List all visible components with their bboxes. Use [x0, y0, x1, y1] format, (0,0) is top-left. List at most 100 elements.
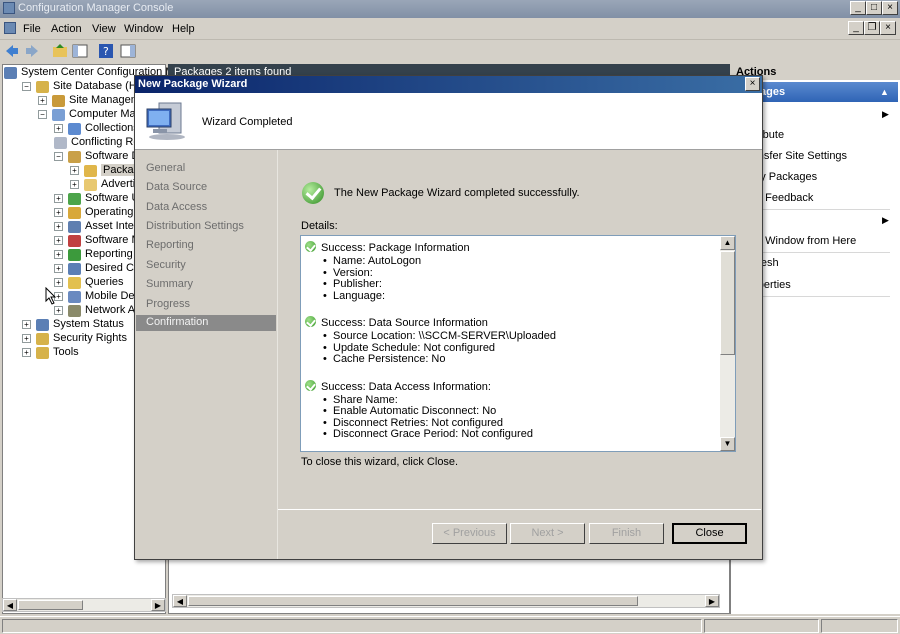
folder-icon [68, 277, 81, 289]
details-list-item: Publisher: [323, 278, 382, 290]
expand-toggle-icon[interactable]: + [22, 348, 31, 357]
collapse-icon[interactable]: ▲ [880, 82, 889, 102]
app-icon [3, 2, 15, 14]
nav-item-data-source[interactable]: Data Source [146, 181, 207, 193]
folder-icon [68, 291, 81, 303]
menu-view[interactable]: View [92, 23, 116, 35]
scroll-down-icon[interactable]: ▼ [720, 437, 735, 451]
folder-icon [68, 193, 81, 205]
tree-item-label: System Status [53, 318, 124, 330]
mouse-cursor-icon [45, 287, 57, 305]
expand-toggle-icon[interactable]: + [54, 124, 63, 133]
expand-toggle-icon[interactable]: + [22, 334, 31, 343]
submenu-arrow-icon: ▶ [882, 109, 889, 119]
child-restore-button[interactable]: ❐ [864, 21, 880, 35]
details-list-item: Disconnect Retries: Not configured [323, 417, 503, 429]
scroll-thumb[interactable] [720, 251, 735, 355]
child-close-button[interactable]: × [880, 21, 896, 35]
back-arrow-icon[interactable] [4, 43, 20, 59]
action-separator [742, 296, 890, 297]
nav-item-data-access[interactable]: Data Access [146, 201, 207, 213]
tree-item-label: Tools [53, 346, 79, 358]
success-check-icon [302, 182, 324, 204]
nav-item-progress[interactable]: Progress [146, 298, 190, 310]
expand-toggle-icon[interactable]: + [54, 250, 63, 259]
expand-toggle-icon[interactable]: + [70, 166, 79, 175]
expand-toggle-icon[interactable]: + [54, 236, 63, 245]
nav-item-confirmation[interactable]: Confirmation [136, 315, 276, 331]
folder-icon [68, 235, 81, 247]
action-separator [742, 252, 890, 253]
details-list-item: Disconnect Grace Period: Not configured [323, 428, 533, 440]
button-separator [278, 509, 761, 510]
success-check-icon [305, 241, 316, 252]
success-check-icon [305, 316, 316, 327]
menu-file[interactable]: File [23, 23, 41, 35]
expand-toggle-icon[interactable]: + [54, 278, 63, 287]
scroll-up-icon[interactable]: ▲ [720, 236, 735, 250]
nav-item-security[interactable]: Security [146, 259, 186, 271]
actions-section-label: ages [760, 86, 786, 98]
previous-button[interactable]: < Previous [432, 523, 507, 544]
nav-item-distribution-settings[interactable]: Distribution Settings [146, 220, 244, 232]
expand-toggle-icon[interactable]: + [22, 320, 31, 329]
expand-toggle-icon[interactable]: + [70, 180, 79, 189]
expand-toggle-icon[interactable]: + [54, 208, 63, 217]
menu-help[interactable]: Help [172, 23, 195, 35]
details-list-item: Version: [323, 267, 373, 279]
details-list-item: Cache Persistence: No [323, 353, 445, 365]
maximize-button[interactable]: □ [866, 1, 882, 15]
close-hint: To close this wizard, click Close. [301, 456, 459, 468]
tree-item-label: Collections [85, 122, 139, 134]
expand-toggle-icon[interactable]: + [54, 194, 63, 203]
expand-toggle-icon[interactable]: + [54, 264, 63, 273]
scroll-left-icon[interactable]: ◀ [3, 599, 17, 611]
status-bar [0, 616, 900, 634]
scroll-left-icon[interactable]: ◀ [173, 595, 187, 607]
nav-item-general[interactable]: General [146, 162, 185, 174]
collapse-toggle-icon[interactable]: − [22, 82, 31, 91]
action-pane-icon[interactable] [120, 43, 136, 59]
folder-icon [68, 305, 81, 317]
action-item[interactable]: ew Window from Here [748, 235, 856, 247]
scroll-right-icon[interactable]: ▶ [151, 599, 165, 611]
show-hide-tree-icon[interactable] [72, 43, 88, 59]
folder-icon [36, 347, 49, 359]
collapse-toggle-icon[interactable]: − [38, 110, 47, 119]
finish-button[interactable]: Finish [589, 523, 664, 544]
action-separator [742, 209, 890, 210]
close-window-button[interactable]: × [882, 1, 898, 15]
details-list-item: Update Schedule: Not configured [323, 342, 495, 354]
details-section-heading: Success: Data Source Information [321, 317, 488, 329]
menu-action[interactable]: Action [51, 23, 82, 35]
close-button[interactable]: Close [672, 523, 747, 544]
collapse-toggle-icon[interactable]: − [54, 152, 63, 161]
expand-toggle-icon[interactable]: + [38, 96, 47, 105]
folder-icon [68, 151, 81, 163]
minimize-button[interactable]: _ [850, 1, 866, 15]
details-label: Details: [301, 220, 338, 232]
nav-item-reporting[interactable]: Reporting [146, 239, 194, 251]
tree-item-label: Queries [85, 276, 124, 288]
tree-horizontal-scrollbar[interactable]: ◀ ▶ [2, 598, 166, 612]
folder-icon [68, 249, 81, 261]
details-section-heading: Success: Data Access Information: [321, 380, 491, 393]
nav-item-confirmation-label: Confirmation [146, 316, 209, 328]
forward-arrow-icon[interactable] [24, 43, 40, 59]
expand-toggle-icon[interactable]: + [54, 306, 63, 315]
scroll-right-icon[interactable]: ▶ [705, 595, 719, 607]
menu-window[interactable]: Window [124, 23, 163, 35]
expand-toggle-icon[interactable]: + [54, 222, 63, 231]
tree-item-label: Reporting [85, 248, 133, 260]
up-folder-icon[interactable] [52, 43, 68, 59]
details-textbox[interactable]: Success: Package InformationName: AutoLo… [300, 235, 736, 452]
results-horizontal-scrollbar[interactable]: ◀ ▶ [172, 594, 720, 608]
window-title-bar: Configuration Manager Console _ □ × [0, 0, 900, 18]
nav-item-summary[interactable]: Summary [146, 278, 193, 290]
details-list-item: Enable Automatic Disconnect: No [323, 405, 496, 417]
help-icon[interactable]: ? [98, 43, 114, 59]
next-button[interactable]: Next > [510, 523, 585, 544]
folder-icon [84, 165, 97, 177]
child-minimize-button[interactable]: _ [848, 21, 864, 35]
success-message: The New Package Wizard completed success… [334, 187, 580, 199]
